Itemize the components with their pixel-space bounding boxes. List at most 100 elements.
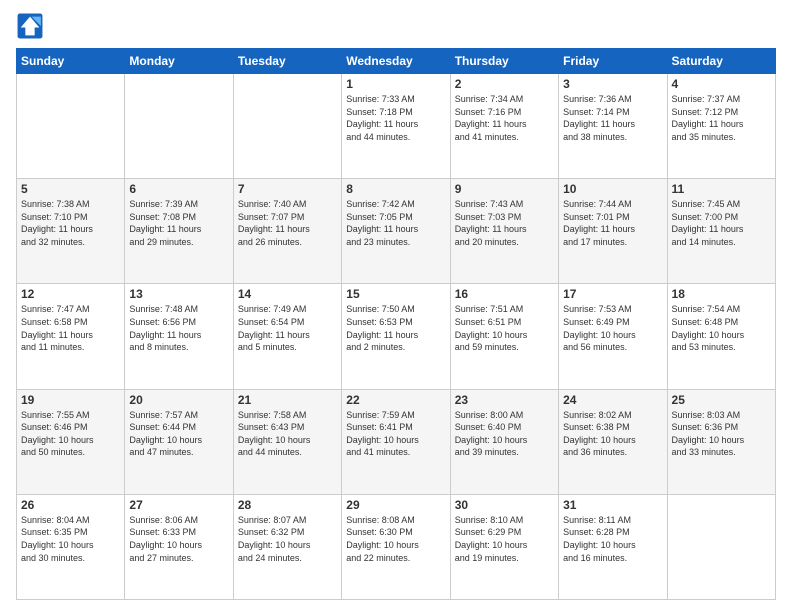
- day-info: Sunrise: 7:42 AM Sunset: 7:05 PM Dayligh…: [346, 198, 445, 248]
- day-info: Sunrise: 8:08 AM Sunset: 6:30 PM Dayligh…: [346, 514, 445, 564]
- day-number: 4: [672, 77, 771, 91]
- day-info: Sunrise: 7:57 AM Sunset: 6:44 PM Dayligh…: [129, 409, 228, 459]
- day-info: Sunrise: 7:49 AM Sunset: 6:54 PM Dayligh…: [238, 303, 337, 353]
- week-row-3: 12 Sunrise: 7:47 AM Sunset: 6:58 PM Dayli…: [17, 284, 776, 389]
- day-number: 7: [238, 182, 337, 196]
- day-info: Sunrise: 7:50 AM Sunset: 6:53 PM Dayligh…: [346, 303, 445, 353]
- page: SundayMondayTuesdayWednesdayThursdayFrid…: [0, 0, 792, 612]
- day-number: 6: [129, 182, 228, 196]
- logo: [16, 12, 48, 40]
- day-info: Sunrise: 8:11 AM Sunset: 6:28 PM Dayligh…: [563, 514, 662, 564]
- day-cell: 7 Sunrise: 7:40 AM Sunset: 7:07 PM Daylig…: [233, 179, 341, 284]
- col-header-monday: Monday: [125, 49, 233, 74]
- day-cell: [233, 74, 341, 179]
- day-cell: 15 Sunrise: 7:50 AM Sunset: 6:53 PM Dayli…: [342, 284, 450, 389]
- day-info: Sunrise: 8:04 AM Sunset: 6:35 PM Dayligh…: [21, 514, 120, 564]
- day-number: 8: [346, 182, 445, 196]
- day-number: 1: [346, 77, 445, 91]
- day-cell: 13Sunrise: 7:48 AM Sunset: 6:56 PM Dayli…: [125, 284, 233, 389]
- day-number: 16: [455, 287, 554, 301]
- day-number: 3: [563, 77, 662, 91]
- day-number: 22: [346, 393, 445, 407]
- day-number: 20: [129, 393, 228, 407]
- day-cell: 29 Sunrise: 8:08 AM Sunset: 6:30 PM Dayli…: [342, 494, 450, 599]
- day-cell: 27 Sunrise: 8:06 AM Sunset: 6:33 PM Dayli…: [125, 494, 233, 599]
- day-cell: 18 Sunrise: 7:54 AM Sunset: 6:48 PM Dayli…: [667, 284, 775, 389]
- day-number: 18: [672, 287, 771, 301]
- week-row-4: 19Sunrise: 7:55 AM Sunset: 6:46 PM Dayli…: [17, 389, 776, 494]
- header-row: SundayMondayTuesdayWednesdayThursdayFrid…: [17, 49, 776, 74]
- day-cell: 22 Sunrise: 7:59 AM Sunset: 6:41 PM Dayli…: [342, 389, 450, 494]
- day-info: Sunrise: 7:34 AM Sunset: 7:16 PM Dayligh…: [455, 93, 554, 143]
- day-cell: 6 Sunrise: 7:39 AM Sunset: 7:08 PM Daylig…: [125, 179, 233, 284]
- week-row-5: 26 Sunrise: 8:04 AM Sunset: 6:35 PM Dayli…: [17, 494, 776, 599]
- day-cell: [125, 74, 233, 179]
- day-cell: 3 Sunrise: 7:36 AM Sunset: 7:14 PM Daylig…: [559, 74, 667, 179]
- day-info: Sunrise: 7:37 AM Sunset: 7:12 PM Dayligh…: [672, 93, 771, 143]
- day-info: Sunrise: 8:06 AM Sunset: 6:33 PM Dayligh…: [129, 514, 228, 564]
- day-info: Sunrise: 7:58 AM Sunset: 6:43 PM Dayligh…: [238, 409, 337, 459]
- day-info: Sunrise: 7:53 AM Sunset: 6:49 PM Dayligh…: [563, 303, 662, 353]
- day-cell: 26 Sunrise: 8:04 AM Sunset: 6:35 PM Dayli…: [17, 494, 125, 599]
- day-cell: 2 Sunrise: 7:34 AM Sunset: 7:16 PM Daylig…: [450, 74, 558, 179]
- day-info: Sunrise: 7:48 AM Sunset: 6:56 PM Dayligh…: [129, 303, 228, 353]
- day-cell: 23Sunrise: 8:00 AM Sunset: 6:40 PM Dayli…: [450, 389, 558, 494]
- logo-icon: [16, 12, 44, 40]
- day-number: 14: [238, 287, 337, 301]
- day-cell: 30 Sunrise: 8:10 AM Sunset: 6:29 PM Dayli…: [450, 494, 558, 599]
- day-info: Sunrise: 7:59 AM Sunset: 6:41 PM Dayligh…: [346, 409, 445, 459]
- day-number: 29: [346, 498, 445, 512]
- day-cell: 14 Sunrise: 7:49 AM Sunset: 6:54 PM Dayli…: [233, 284, 341, 389]
- day-number: 30: [455, 498, 554, 512]
- day-info: Sunrise: 7:40 AM Sunset: 7:07 PM Dayligh…: [238, 198, 337, 248]
- col-header-wednesday: Wednesday: [342, 49, 450, 74]
- day-info: Sunrise: 7:38 AM Sunset: 7:10 PM Dayligh…: [21, 198, 120, 248]
- day-cell: 16Sunrise: 7:51 AM Sunset: 6:51 PM Dayli…: [450, 284, 558, 389]
- header: [16, 12, 776, 40]
- day-number: 28: [238, 498, 337, 512]
- day-cell: 24 Sunrise: 8:02 AM Sunset: 6:38 PM Dayli…: [559, 389, 667, 494]
- day-cell: 17 Sunrise: 7:53 AM Sunset: 6:49 PM Dayli…: [559, 284, 667, 389]
- day-info: Sunrise: 7:39 AM Sunset: 7:08 PM Dayligh…: [129, 198, 228, 248]
- day-cell: 31Sunrise: 8:11 AM Sunset: 6:28 PM Dayli…: [559, 494, 667, 599]
- day-number: 23: [455, 393, 554, 407]
- day-cell: 28 Sunrise: 8:07 AM Sunset: 6:32 PM Dayli…: [233, 494, 341, 599]
- day-cell: 11Sunrise: 7:45 AM Sunset: 7:00 PM Dayli…: [667, 179, 775, 284]
- day-cell: 12 Sunrise: 7:47 AM Sunset: 6:58 PM Dayli…: [17, 284, 125, 389]
- day-info: Sunrise: 7:55 AM Sunset: 6:46 PM Dayligh…: [21, 409, 120, 459]
- day-info: Sunrise: 7:47 AM Sunset: 6:58 PM Dayligh…: [21, 303, 120, 353]
- day-info: Sunrise: 7:45 AM Sunset: 7:00 PM Dayligh…: [672, 198, 771, 248]
- day-info: Sunrise: 8:07 AM Sunset: 6:32 PM Dayligh…: [238, 514, 337, 564]
- calendar-table: SundayMondayTuesdayWednesdayThursdayFrid…: [16, 48, 776, 600]
- day-cell: 20 Sunrise: 7:57 AM Sunset: 6:44 PM Dayli…: [125, 389, 233, 494]
- day-number: 2: [455, 77, 554, 91]
- day-cell: 4 Sunrise: 7:37 AM Sunset: 7:12 PM Daylig…: [667, 74, 775, 179]
- day-number: 17: [563, 287, 662, 301]
- day-info: Sunrise: 7:54 AM Sunset: 6:48 PM Dayligh…: [672, 303, 771, 353]
- day-info: Sunrise: 7:36 AM Sunset: 7:14 PM Dayligh…: [563, 93, 662, 143]
- day-info: Sunrise: 8:03 AM Sunset: 6:36 PM Dayligh…: [672, 409, 771, 459]
- day-number: 10: [563, 182, 662, 196]
- col-header-tuesday: Tuesday: [233, 49, 341, 74]
- day-number: 12: [21, 287, 120, 301]
- day-cell: [17, 74, 125, 179]
- day-number: 25: [672, 393, 771, 407]
- week-row-1: 1 Sunrise: 7:33 AM Sunset: 7:18 PM Daylig…: [17, 74, 776, 179]
- day-cell: 25 Sunrise: 8:03 AM Sunset: 6:36 PM Dayli…: [667, 389, 775, 494]
- day-info: Sunrise: 8:02 AM Sunset: 6:38 PM Dayligh…: [563, 409, 662, 459]
- day-cell: 19Sunrise: 7:55 AM Sunset: 6:46 PM Dayli…: [17, 389, 125, 494]
- day-cell: 8 Sunrise: 7:42 AM Sunset: 7:05 PM Daylig…: [342, 179, 450, 284]
- day-number: 27: [129, 498, 228, 512]
- day-number: 21: [238, 393, 337, 407]
- day-info: Sunrise: 7:43 AM Sunset: 7:03 PM Dayligh…: [455, 198, 554, 248]
- col-header-saturday: Saturday: [667, 49, 775, 74]
- day-info: Sunrise: 7:44 AM Sunset: 7:01 PM Dayligh…: [563, 198, 662, 248]
- day-number: 24: [563, 393, 662, 407]
- day-number: 15: [346, 287, 445, 301]
- day-number: 26: [21, 498, 120, 512]
- day-cell: 5Sunrise: 7:38 AM Sunset: 7:10 PM Daylig…: [17, 179, 125, 284]
- day-cell: [667, 494, 775, 599]
- day-info: Sunrise: 7:33 AM Sunset: 7:18 PM Dayligh…: [346, 93, 445, 143]
- day-cell: 10 Sunrise: 7:44 AM Sunset: 7:01 PM Dayli…: [559, 179, 667, 284]
- day-info: Sunrise: 8:10 AM Sunset: 6:29 PM Dayligh…: [455, 514, 554, 564]
